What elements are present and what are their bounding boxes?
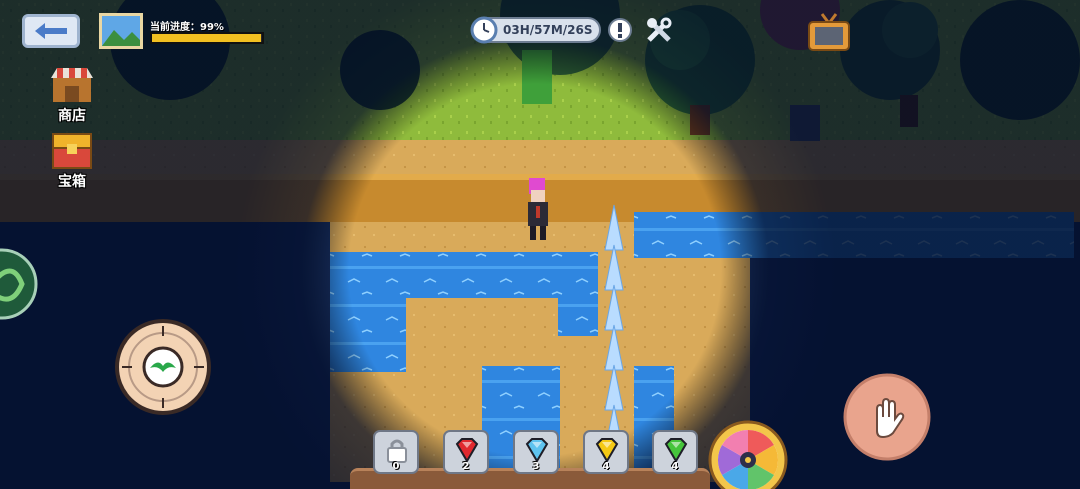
treasure-chest-label: 宝箱: [58, 174, 86, 190]
movement-joystick[interactable]: [114, 318, 212, 416]
inventory-count: 0: [392, 461, 400, 472]
inventory-count: 4: [671, 461, 679, 472]
lock-icon: [387, 439, 407, 463]
inventory-slot-blue-gem[interactable]: 3: [513, 430, 559, 474]
tools-icon: [647, 17, 672, 42]
swirl-icon: [0, 248, 38, 320]
shop-label: 商店: [58, 108, 86, 124]
map-thumbnail-icon: [102, 16, 140, 46]
timer-display: 03H/57M/26S: [470, 16, 601, 44]
inventory-slot-locked-slot[interactable]: 0: [373, 430, 419, 474]
progress-label: 当前进度：99%: [150, 22, 224, 33]
green-gem-icon: [664, 438, 688, 463]
back-button[interactable]: [22, 14, 80, 48]
progress-bar-fill: [152, 34, 261, 42]
shop-icon: [51, 68, 93, 102]
spin-wheel-button[interactable]: [708, 420, 788, 489]
inventory-slot-red-gem[interactable]: 2: [443, 430, 489, 474]
tv-icon: [808, 13, 850, 51]
back-arrow-icon: [35, 23, 67, 39]
inventory-count: 2: [462, 461, 470, 472]
map-thumbnail-button[interactable]: [99, 13, 143, 49]
help-button[interactable]: [607, 17, 633, 43]
hand-icon: [843, 373, 931, 461]
spin-wheel-icon: [708, 420, 788, 489]
inventory-slot-yellow-gem[interactable]: 4: [583, 430, 629, 474]
tools-button[interactable]: [644, 15, 674, 45]
red-gem-icon: [455, 438, 479, 463]
help-icon: [608, 18, 632, 42]
treasure-chest-button[interactable]: 宝箱: [44, 132, 100, 191]
game-screen: 当前进度：99% 商店 宝箱 03H/57M/26S 0 2 3 4 4: [0, 0, 1080, 489]
interact-hand-button[interactable]: [843, 373, 931, 461]
clock-icon: [470, 16, 498, 44]
side-swirl-button[interactable]: [0, 246, 38, 322]
blue-gem-icon: [525, 438, 549, 463]
inventory-count: 4: [602, 461, 610, 472]
joystick-icon: [115, 319, 211, 415]
tv-button[interactable]: [806, 12, 852, 54]
progress-bar: [150, 32, 264, 44]
yellow-gem-icon: [595, 438, 619, 463]
treasure-chest-icon: [52, 133, 92, 169]
shop-button[interactable]: 商店: [44, 66, 100, 125]
inventory-count: 3: [532, 461, 540, 472]
timer-text: 03H/57M/26S: [503, 23, 593, 37]
inventory-slot-green-gem[interactable]: 4: [652, 430, 698, 474]
